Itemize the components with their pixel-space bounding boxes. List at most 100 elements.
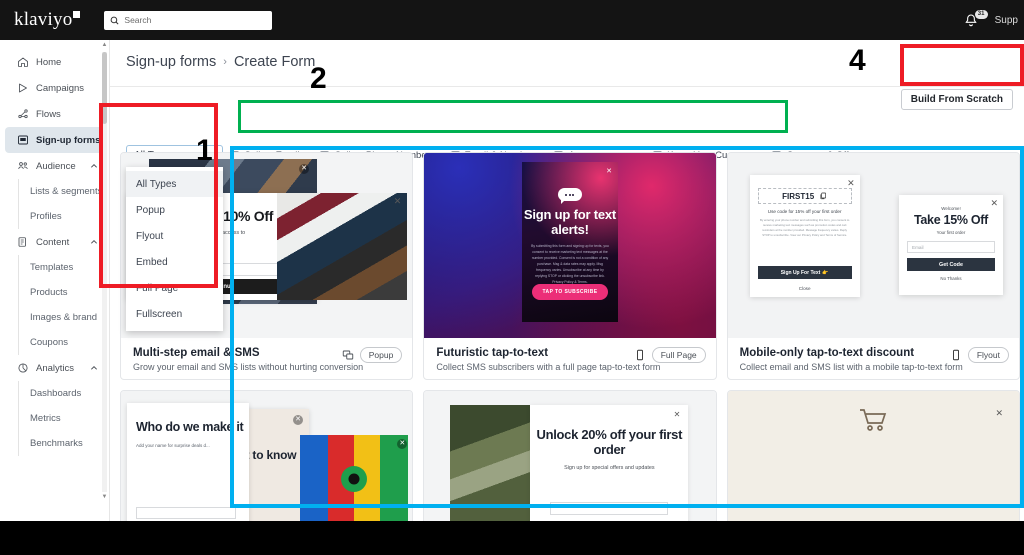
close-icon: ✕	[847, 178, 855, 188]
preview-code-sub: Use code for 15% off your first order	[767, 209, 842, 214]
sidebar-item-audience[interactable]: Audience	[5, 153, 105, 179]
scroll-up-arrow[interactable]: ▲	[101, 42, 108, 48]
chat-bubble-icon	[557, 188, 582, 204]
sidebar-item-campaigns[interactable]: Campaigns	[5, 75, 105, 101]
brand-text: klaviyo	[14, 9, 73, 30]
main-content: Sign-up forms › Create Form Build From S…	[110, 40, 1024, 521]
template-card-row2-2[interactable]: ✕ Unlock 20% off your first order Sign u…	[423, 390, 717, 521]
preview-panel-c	[300, 435, 409, 521]
preview-get-code: Get Code	[907, 258, 995, 271]
support-link[interactable]: Supp	[995, 15, 1018, 26]
card-preview: ✕ Sign up for text alerts! By submitting…	[424, 153, 716, 338]
card-type-pill: Flyout	[967, 347, 1009, 363]
dropdown-option-embed[interactable]: Embed	[126, 249, 223, 275]
sidebar-item-coupons[interactable]: Coupons	[19, 330, 110, 355]
search-input[interactable]: Search	[104, 10, 273, 30]
klaviyo-logo[interactable]: klaviyo	[14, 9, 81, 31]
preview-photo-secondary	[277, 193, 408, 300]
dropdown-option-label: Embed	[136, 256, 168, 268]
preview-body-a: Add your name for surprise deals d...	[136, 442, 210, 448]
chevron-up-icon[interactable]	[90, 364, 98, 372]
dropdown-option-flyout[interactable]: Flyout	[126, 223, 223, 249]
analytics-icon	[18, 363, 28, 373]
dropdown-option-full-page[interactable]: Full Page	[126, 275, 223, 301]
sidebar-label: Campaigns	[36, 82, 85, 94]
chevron-up-icon[interactable]	[90, 162, 98, 170]
chevron-up-icon[interactable]	[90, 238, 98, 246]
close-icon: ✕	[606, 168, 612, 175]
preview-headline-a: Who do we make it	[136, 420, 244, 434]
dropdown-option-label: Fullscreen	[136, 308, 183, 320]
sidebar-label: Metrics	[30, 413, 61, 424]
close-icon: ✕	[673, 410, 681, 419]
sidebar-label: Audience	[36, 160, 76, 172]
preview-input	[136, 507, 236, 519]
sidebar-item-images-brand[interactable]: Images & brand	[19, 305, 110, 330]
top-bar: klaviyo Search 31 Supp	[0, 0, 1024, 40]
sidebar-item-lists-segments[interactable]: Lists & segments	[19, 179, 110, 204]
dropdown-option-label: Popup	[136, 204, 165, 216]
page-bottom-bar	[0, 521, 1024, 555]
scrollbar-thumb[interactable]	[102, 52, 107, 124]
preview-fineprint: By entering your phone number and submit…	[759, 218, 850, 238]
sidebar-item-profiles[interactable]: Profiles	[19, 204, 110, 229]
card-type-pill: Full Page	[651, 347, 706, 363]
sidebar-item-dashboards[interactable]: Dashboards	[19, 381, 110, 406]
sidebar-label: Templates	[30, 262, 74, 273]
mobile-icon	[950, 349, 962, 361]
preview-cta: TAP TO SUBSCRIBE	[531, 284, 608, 300]
template-card-row2-3[interactable]: ✕ Hold up! Instantly unlock 10% OFF YOUR…	[726, 390, 1020, 521]
search-icon	[111, 16, 119, 25]
template-card-futuristic-tap-to-text[interactable]: ✕ Sign up for text alerts! By submitting…	[423, 152, 717, 380]
filter-bar: All Types All Types Popup Flyout Embed	[110, 105, 1024, 331]
sidebar-item-templates[interactable]: Templates	[19, 255, 110, 280]
dropdown-option-fullscreen[interactable]: Fullscreen	[126, 301, 223, 327]
sidebar-item-benchmarks[interactable]: Benchmarks	[19, 431, 110, 456]
flows-icon	[18, 109, 28, 119]
sidebar-item-content[interactable]: Content	[5, 229, 105, 255]
home-icon	[18, 57, 28, 67]
notifications-button[interactable]: 31	[963, 10, 988, 29]
dropdown-option-popup[interactable]: Popup	[126, 197, 223, 223]
preview-dot	[348, 473, 360, 485]
template-card-row2-1[interactable]: ✕ Be the first to know Who do we make it…	[120, 390, 414, 521]
card-preview: ✕ Unlock 20% off your first order Sign u…	[424, 391, 716, 521]
preview-email-field: Email	[907, 241, 995, 253]
audience-subnav: Lists & segments Profiles	[18, 179, 110, 229]
breadcrumb-parent[interactable]: Sign-up forms	[126, 54, 216, 70]
header-divider	[110, 86, 1024, 87]
form-type-dropdown[interactable]: All Types Popup Flyout Embed Full Page F…	[126, 167, 223, 331]
signup-forms-icon	[18, 135, 28, 145]
sidebar-item-analytics[interactable]: Analytics	[5, 355, 105, 381]
scroll-down-arrow[interactable]: ▼	[101, 494, 108, 500]
preview-welcome: Welcome!	[941, 206, 961, 211]
card-preview: ✕ Be the first to know Who do we make it…	[121, 391, 413, 521]
card-preview: ✕ FIRST15 Use code for 15% off your firs…	[727, 153, 1019, 338]
template-card-mobile-only-tap-to-text-discount[interactable]: ✕ FIRST15 Use code for 15% off your firs…	[726, 152, 1020, 380]
sidebar-item-products[interactable]: Products	[19, 280, 110, 305]
analytics-subnav: Dashboards Metrics Benchmarks	[18, 381, 110, 456]
preview-primary-cta: Sign Up For Text 👉	[757, 266, 852, 279]
sidebar-item-home[interactable]: Home	[5, 49, 105, 75]
sidebar-item-signup-forms[interactable]: Sign-up forms	[5, 127, 105, 153]
card-badges: Full Page	[634, 347, 706, 363]
preview-code: FIRST15	[757, 188, 852, 204]
preview-flyout-panel: ✕ Welcome! Take 15% Off Your first order…	[899, 195, 1003, 295]
card-subtitle: Grow your email and SMS lists without hu…	[133, 362, 364, 372]
campaigns-icon	[19, 83, 27, 93]
content-icon	[18, 237, 26, 247]
search-placeholder: Search	[124, 15, 152, 25]
close-icon: ✕	[299, 164, 309, 174]
app-body: Home Campaigns Flows Sign-up forms Audie…	[0, 40, 1024, 521]
close-icon: ✕	[293, 415, 303, 425]
sidebar-item-flows[interactable]: Flows	[5, 101, 105, 127]
sidebar-item-metrics[interactable]: Metrics	[19, 406, 110, 431]
template-grid: ✕ Limited Time 10% Off Sign up for your …	[120, 152, 1020, 521]
dropdown-option-all-types[interactable]: All Types	[126, 171, 223, 197]
notification-badge: 31	[974, 10, 988, 19]
dropdown-option-label: Flyout	[136, 230, 164, 242]
sidebar-label: Analytics	[36, 362, 75, 374]
sidebar-scrollbar[interactable]: ▲ ▼	[101, 42, 108, 502]
preview-sub: Your first order	[936, 230, 966, 235]
shopping-cart-icon	[860, 409, 887, 431]
